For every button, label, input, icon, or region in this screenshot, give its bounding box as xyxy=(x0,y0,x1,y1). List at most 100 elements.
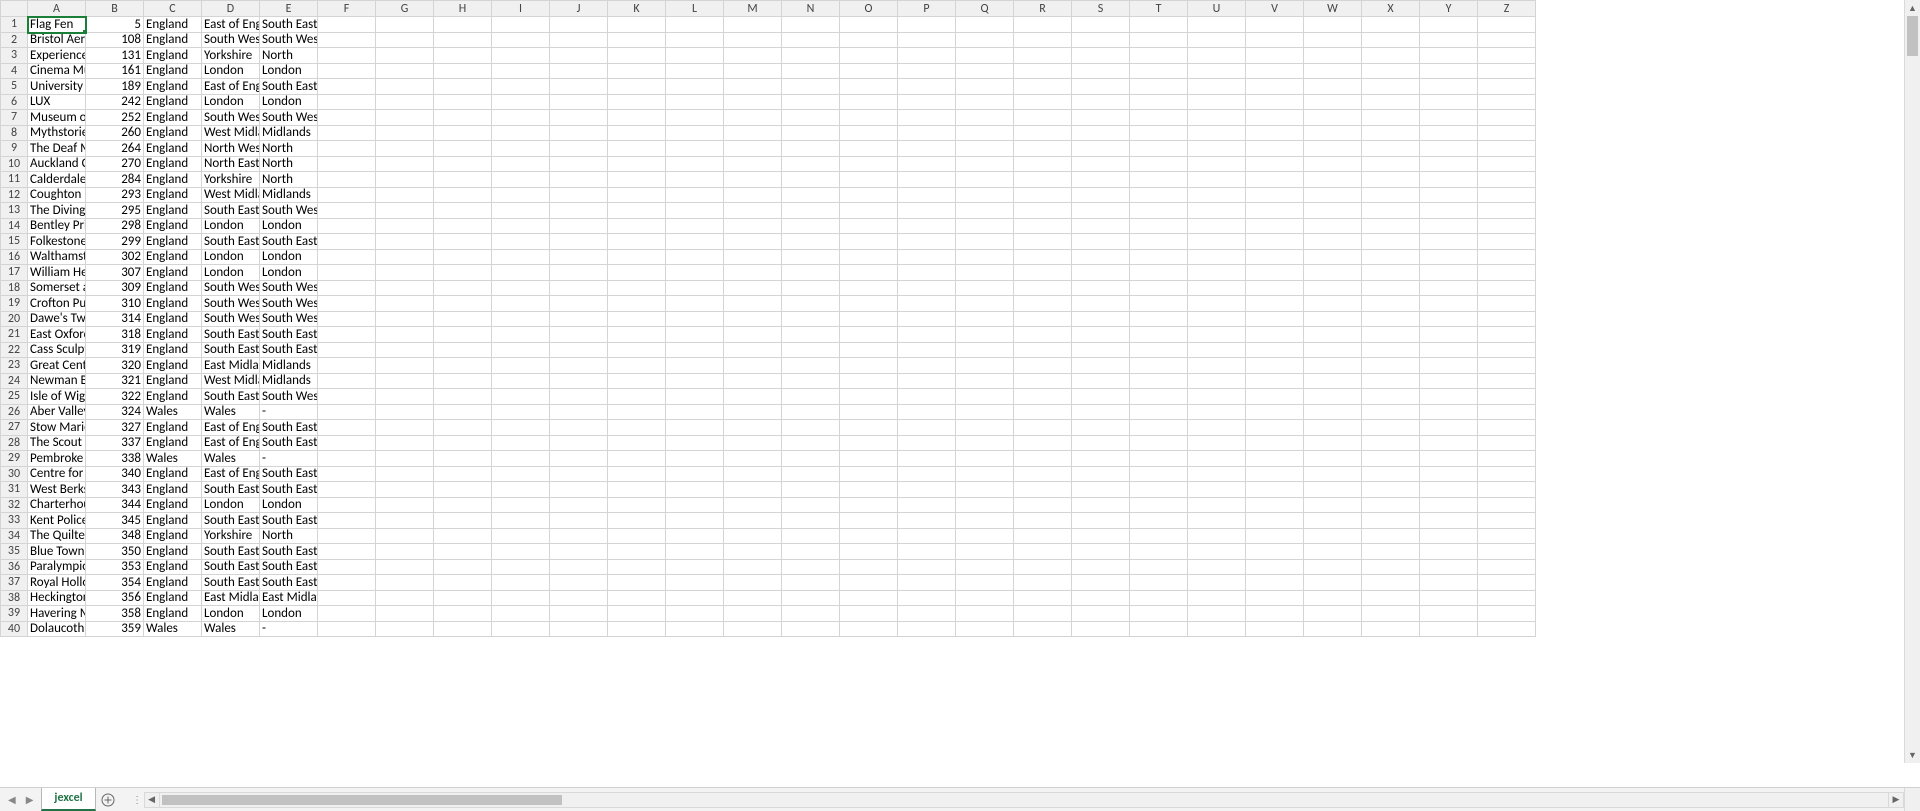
cell[interactable] xyxy=(898,64,956,80)
cell[interactable] xyxy=(1420,265,1478,281)
cell[interactable] xyxy=(1362,498,1420,514)
row-header[interactable]: 15 xyxy=(0,234,28,250)
cell[interactable] xyxy=(1420,126,1478,142)
cell[interactable] xyxy=(1304,482,1362,498)
cell[interactable] xyxy=(1072,560,1130,576)
cell[interactable] xyxy=(724,358,782,374)
cell[interactable] xyxy=(724,451,782,467)
cell[interactable] xyxy=(840,64,898,80)
cell[interactable] xyxy=(898,234,956,250)
cell[interactable] xyxy=(1072,482,1130,498)
column-header[interactable]: H xyxy=(434,0,492,17)
cell[interactable]: East of England xyxy=(202,79,260,95)
row-header[interactable]: 36 xyxy=(0,560,28,576)
cell[interactable] xyxy=(724,64,782,80)
cell[interactable] xyxy=(434,498,492,514)
cell[interactable] xyxy=(492,575,550,591)
cell[interactable]: 348 xyxy=(86,529,144,545)
cell[interactable] xyxy=(550,281,608,297)
cell[interactable]: South West xyxy=(260,203,318,219)
cell[interactable] xyxy=(1420,544,1478,560)
cell[interactable] xyxy=(1188,265,1246,281)
cell[interactable] xyxy=(1072,420,1130,436)
cell[interactable] xyxy=(1130,172,1188,188)
cell[interactable] xyxy=(608,188,666,204)
cell[interactable] xyxy=(1478,467,1536,483)
cell[interactable] xyxy=(1014,172,1072,188)
cell[interactable] xyxy=(840,327,898,343)
cell[interactable] xyxy=(1014,436,1072,452)
cell[interactable] xyxy=(318,48,376,64)
cell[interactable] xyxy=(1420,327,1478,343)
cell[interactable] xyxy=(1014,606,1072,622)
cell[interactable] xyxy=(1188,79,1246,95)
cell[interactable] xyxy=(434,141,492,157)
cell[interactable] xyxy=(724,157,782,173)
cell[interactable] xyxy=(318,436,376,452)
cell[interactable]: Aber Valley xyxy=(28,405,86,421)
cell[interactable]: England xyxy=(144,575,202,591)
cell[interactable] xyxy=(1246,606,1304,622)
cell[interactable] xyxy=(1420,498,1478,514)
cell[interactable] xyxy=(1304,79,1362,95)
scroll-grip-icon[interactable]: ⋮ xyxy=(132,793,144,806)
cell[interactable] xyxy=(1478,436,1536,452)
cell[interactable] xyxy=(1130,110,1188,126)
cell[interactable] xyxy=(550,513,608,529)
cell[interactable] xyxy=(1420,606,1478,622)
cell[interactable] xyxy=(782,591,840,607)
cell[interactable] xyxy=(666,219,724,235)
cell[interactable]: 319 xyxy=(86,343,144,359)
cell[interactable] xyxy=(1478,575,1536,591)
row-header[interactable]: 30 xyxy=(0,467,28,483)
cell[interactable] xyxy=(666,591,724,607)
cell[interactable] xyxy=(1478,17,1536,33)
cell[interactable] xyxy=(666,157,724,173)
cell[interactable] xyxy=(492,544,550,560)
cell[interactable] xyxy=(840,17,898,33)
cell[interactable]: West Midlands xyxy=(202,374,260,390)
cell[interactable] xyxy=(666,575,724,591)
cell[interactable] xyxy=(1420,374,1478,390)
cell[interactable] xyxy=(1014,482,1072,498)
cell[interactable]: England xyxy=(144,591,202,607)
cell[interactable]: England xyxy=(144,95,202,111)
cell[interactable] xyxy=(318,141,376,157)
cell[interactable] xyxy=(492,296,550,312)
cell[interactable] xyxy=(1014,327,1072,343)
cell[interactable] xyxy=(1014,296,1072,312)
cell[interactable] xyxy=(1188,560,1246,576)
cell[interactable] xyxy=(1246,575,1304,591)
cell[interactable] xyxy=(376,312,434,328)
cell[interactable] xyxy=(840,157,898,173)
cell[interactable] xyxy=(1478,389,1536,405)
cell[interactable] xyxy=(1478,591,1536,607)
column-header[interactable]: A xyxy=(28,0,86,17)
cell[interactable]: Yorkshire xyxy=(202,529,260,545)
cell[interactable] xyxy=(840,219,898,235)
cell[interactable]: South East xyxy=(260,544,318,560)
cell[interactable] xyxy=(1072,575,1130,591)
cell[interactable] xyxy=(608,95,666,111)
cell[interactable] xyxy=(1362,48,1420,64)
cell[interactable] xyxy=(666,529,724,545)
cell[interactable] xyxy=(550,420,608,436)
cell[interactable] xyxy=(1014,591,1072,607)
cell[interactable] xyxy=(1130,234,1188,250)
row-header[interactable]: 8 xyxy=(0,126,28,142)
cell[interactable] xyxy=(1246,17,1304,33)
row-header[interactable]: 13 xyxy=(0,203,28,219)
cell[interactable] xyxy=(1014,250,1072,266)
cell[interactable] xyxy=(1072,451,1130,467)
row-header[interactable]: 5 xyxy=(0,79,28,95)
cell[interactable] xyxy=(898,281,956,297)
cell[interactable] xyxy=(376,482,434,498)
cell[interactable] xyxy=(724,281,782,297)
cell[interactable] xyxy=(1130,281,1188,297)
cell[interactable] xyxy=(318,95,376,111)
cell[interactable] xyxy=(608,157,666,173)
cell[interactable] xyxy=(898,265,956,281)
cell[interactable] xyxy=(898,389,956,405)
cell[interactable]: 189 xyxy=(86,79,144,95)
cell[interactable] xyxy=(1478,544,1536,560)
